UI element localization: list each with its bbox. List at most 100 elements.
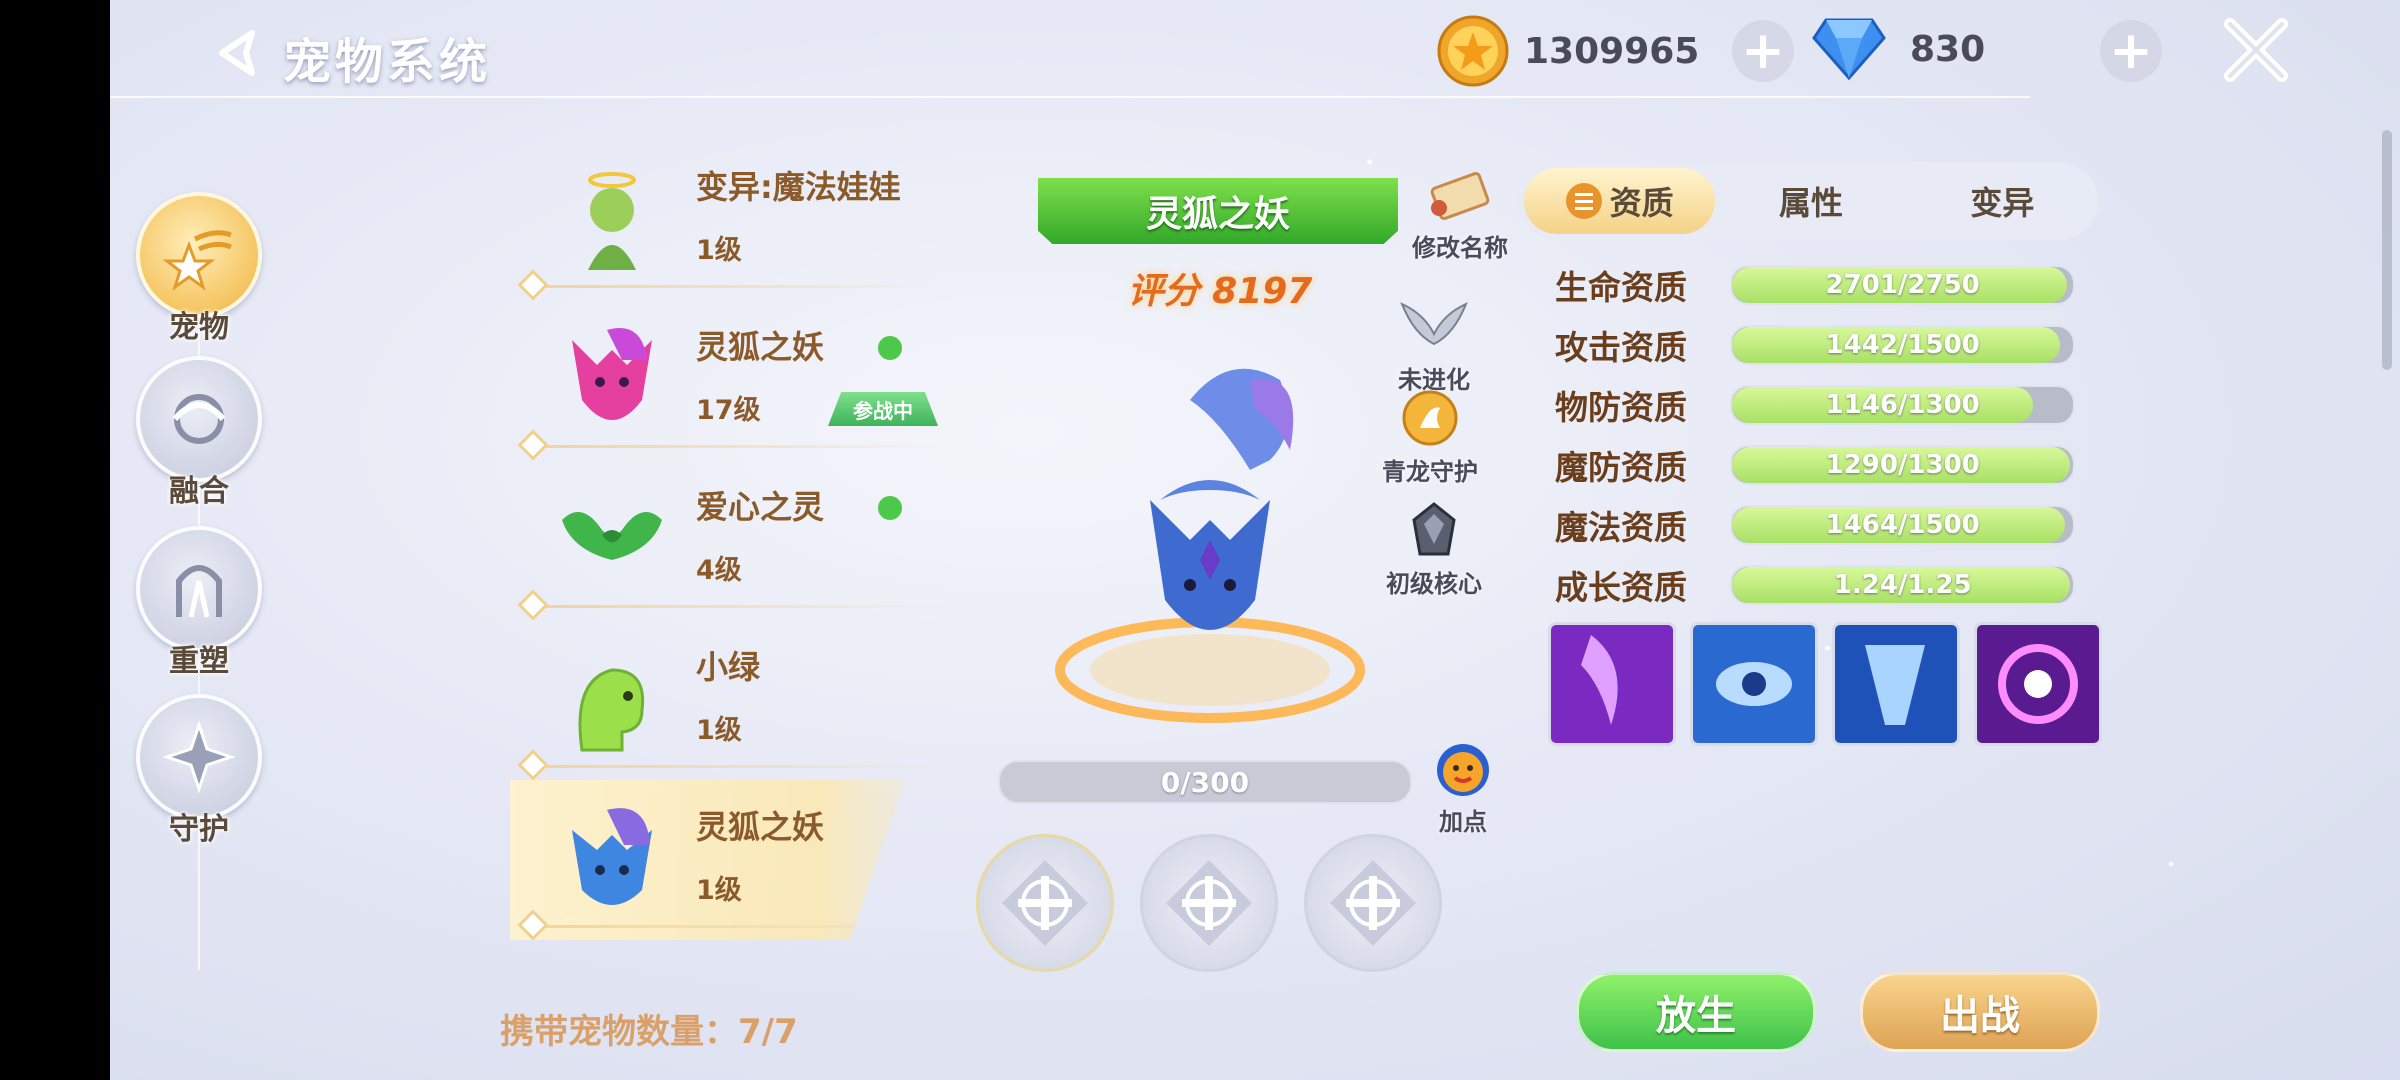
magic-doll-avatar <box>588 172 636 270</box>
plus-icon: + <box>2109 21 2153 81</box>
pet-level: 1级 <box>696 715 742 746</box>
diamond-icon <box>1812 18 1886 81</box>
gold-value: 1309965 <box>1524 30 1700 72</box>
pet-name: 爱心之灵 <box>696 488 825 526</box>
purple-claw-skill-icon[interactable] <box>1548 622 1676 746</box>
pet-list-item[interactable]: 变异:魔法娃娃 1级 <box>510 140 950 301</box>
add-point-label: 加点 <box>1439 808 1487 836</box>
aptitude-label: 攻击资质 <box>1555 328 1687 367</box>
face-add-icon <box>1437 744 1489 796</box>
back-arrow-icon <box>219 30 255 76</box>
pet-list-item[interactable]: 小绿 1级 <box>510 620 950 781</box>
aptitude-row: 物防资质 1146/1300 <box>1555 378 2075 432</box>
aptitude-bar: 1464/1500 <box>1730 505 2075 545</box>
aptitude-value: 1290/1300 <box>1825 450 1980 480</box>
equipment-slot[interactable] <box>976 834 1114 972</box>
tab-mutation[interactable]: 变异 <box>1907 168 2098 234</box>
pet-name: 灵狐之妖 <box>696 328 825 366</box>
row-marker <box>517 589 549 621</box>
row-divider <box>530 445 950 448</box>
crosshair-plus-icon <box>1330 860 1416 946</box>
plus-icon: + <box>1741 21 1785 81</box>
crosshair-plus-icon <box>1166 860 1252 946</box>
pet-level: 1级 <box>696 875 742 906</box>
aptitude-bar: 1.24/1.25 <box>1730 565 2075 605</box>
list-icon <box>1565 183 1602 219</box>
equipment-slot[interactable] <box>1140 834 1278 972</box>
aptitude-row: 魔法资质 1464/1500 <box>1555 498 2075 552</box>
row-divider <box>530 605 950 608</box>
tab-aptitude[interactable]: 资质 <box>1524 168 1716 234</box>
wings-icon <box>1400 302 1468 346</box>
nav-label: 重塑 <box>169 644 229 679</box>
nav-label: 守护 <box>169 812 229 847</box>
rename-label: 修改名称 <box>1412 234 1508 262</box>
nav-item-reshape[interactable]: 重塑 <box>134 526 264 680</box>
guard-star-icon <box>136 694 262 820</box>
pet-score: 评分 8197 <box>1127 271 1313 312</box>
deploy-button[interactable]: 出战 <box>1860 972 2100 1052</box>
tab-attributes[interactable]: 属性 <box>1715 168 1906 234</box>
pet-level: 1级 <box>696 235 742 266</box>
purple-vortex-skill-icon[interactable] <box>1974 622 2102 746</box>
aptitude-bar: 2701/2750 <box>1730 265 2075 305</box>
online-status-dot <box>878 336 902 360</box>
add-gold-button[interactable]: + <box>1732 20 1794 82</box>
gold-coin-icon <box>1437 15 1509 87</box>
gem-value: 830 <box>1910 28 1986 70</box>
nav-label: 融合 <box>169 474 229 509</box>
eye-wing-skill-icon[interactable] <box>1690 622 1818 746</box>
pet-stars-icon <box>136 192 262 318</box>
aptitude-bar: 1442/1500 <box>1730 325 2075 365</box>
tab-label: 属性 <box>1778 184 1843 222</box>
add-gem-button[interactable]: + <box>2100 20 2162 82</box>
equipment-slot[interactable] <box>1304 834 1442 972</box>
pet-list-item[interactable]: 爱心之灵 4级 <box>510 460 950 621</box>
experience-bar: 0/300 <box>998 760 1412 804</box>
tab-label: 变异 <box>1970 184 2035 222</box>
online-status-dot <box>878 496 902 520</box>
release-button[interactable]: 放生 <box>1576 972 1816 1052</box>
spirit-fox-3d-model <box>1055 368 1365 723</box>
pet-name: 灵狐之妖 <box>696 808 825 846</box>
aptitude-row: 成长资质 1.24/1.25 <box>1555 558 2075 612</box>
experience-text: 0/300 <box>1160 765 1250 799</box>
row-divider <box>530 285 950 288</box>
row-marker <box>517 269 549 301</box>
dragon-guard-icon <box>1402 390 1458 446</box>
pet-name: 小绿 <box>696 648 761 686</box>
aptitude-row: 生命资质 2701/2750 <box>1555 258 2075 312</box>
aptitude-label: 成长资质 <box>1555 568 1687 607</box>
in-battle-badge: 参战中 <box>828 392 938 426</box>
nav-item-fusion[interactable]: 融合 <box>134 356 264 510</box>
blue-strike-skill-icon[interactable] <box>1832 622 1960 746</box>
pet-list-item[interactable]: 灵狐之妖 17级 参战中 <box>510 300 950 461</box>
pet-name-banner: 灵狐之妖 <box>1038 178 1398 244</box>
pet-level: 4级 <box>696 555 742 586</box>
rename-button[interactable]: 修改名称 <box>1410 168 1510 263</box>
row-marker <box>517 429 549 461</box>
spirit-fox-blue-avatar <box>572 808 652 905</box>
tab-label: 资质 <box>1609 184 1674 222</box>
add-point-button[interactable]: 加点 <box>1428 742 1498 837</box>
aptitude-label: 生命资质 <box>1555 268 1687 307</box>
spirit-fox-pink-avatar <box>572 328 652 420</box>
aptitude-bar: 1146/1300 <box>1730 385 2075 425</box>
header-divider <box>110 96 2030 98</box>
back-button[interactable] <box>205 18 275 88</box>
gem-currency: 830 <box>1812 16 1985 82</box>
aptitude-value: 1.24/1.25 <box>1833 570 1972 600</box>
scrollbar[interactable] <box>2382 130 2392 370</box>
pet-count-label: 携带宠物数量：7/7 <box>500 1012 798 1052</box>
little-green-avatar <box>578 668 645 752</box>
nav-item-guard[interactable]: 守护 <box>134 694 264 848</box>
heart-spirit-avatar <box>562 512 662 560</box>
row-marker <box>517 749 549 781</box>
aptitude-row: 魔防资质 1290/1300 <box>1555 438 2075 492</box>
crosshair-plus-icon <box>1002 860 1088 946</box>
close-button[interactable] <box>2220 14 2292 86</box>
detail-tabs: 资质 属性 变异 <box>1518 162 2098 240</box>
nav-item-pet[interactable]: 宠物 <box>134 192 264 346</box>
fusion-swirl-icon <box>136 356 262 482</box>
scroll-icon <box>1430 172 1490 220</box>
